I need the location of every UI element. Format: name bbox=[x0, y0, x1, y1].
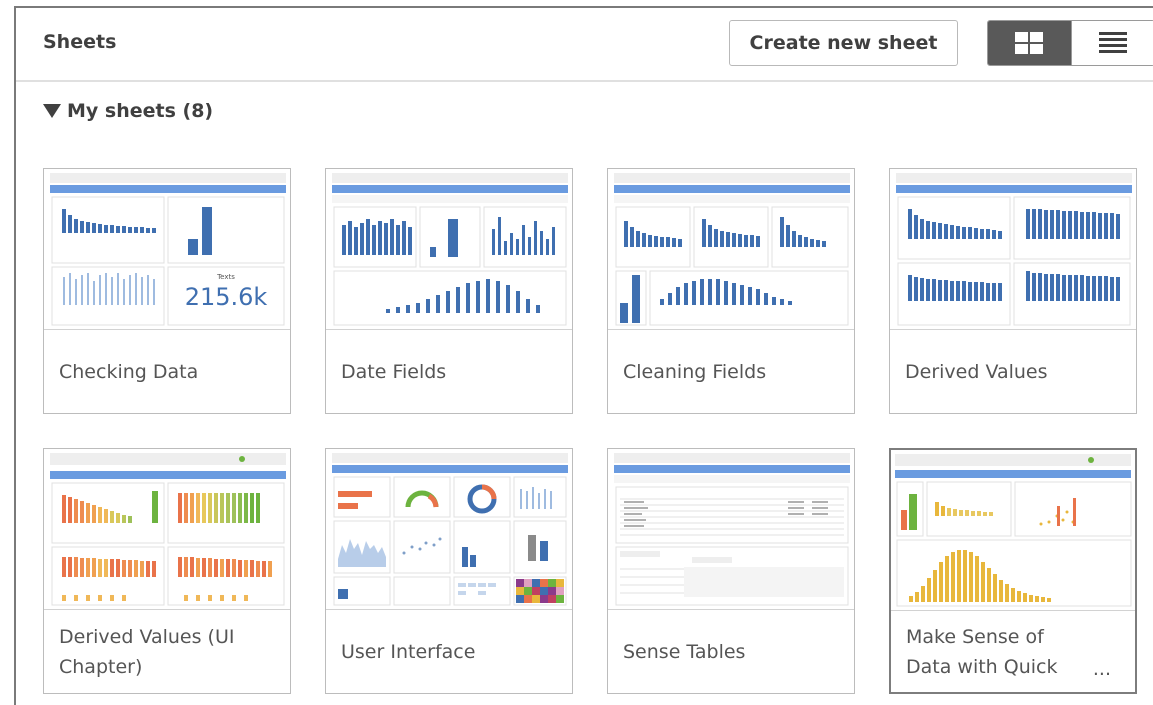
sheet-card[interactable]: Date Fields bbox=[325, 168, 573, 414]
kpi-value: 215.6k bbox=[185, 283, 268, 311]
sheet-thumbnail bbox=[326, 169, 572, 330]
create-new-sheet-button[interactable]: Create new sheet bbox=[729, 20, 958, 66]
sheet-title: Checking Data bbox=[59, 361, 199, 383]
my-sheets-toggle[interactable]: My sheets (8) bbox=[43, 100, 213, 122]
sheet-title: Cleaning Fields bbox=[623, 361, 767, 383]
sheet-card[interactable]: Cleaning Fields bbox=[607, 168, 855, 414]
caret-down-icon bbox=[43, 104, 61, 118]
sheet-thumbnail bbox=[608, 449, 854, 610]
grid-view-button[interactable] bbox=[988, 21, 1071, 65]
kpi-label: Texts bbox=[216, 273, 235, 281]
sheet-title: Date Fields bbox=[341, 361, 447, 383]
sheet-grid: Texts 215.6k Checking Data Date Fields C… bbox=[43, 168, 1137, 694]
list-view-icon bbox=[1098, 32, 1127, 53]
view-toggle bbox=[987, 20, 1153, 66]
sheet-thumbnail bbox=[44, 449, 290, 610]
sheet-card[interactable]: Texts 215.6k Checking Data bbox=[43, 168, 291, 414]
list-view-button[interactable] bbox=[1070, 21, 1153, 65]
sheet-thumbnail: Texts 215.6k bbox=[44, 169, 290, 330]
sheet-title: Make Sense of Data with Quick bbox=[906, 612, 1075, 692]
sheet-thumbnail bbox=[326, 449, 572, 610]
sheets-header: Sheets Create new sheet bbox=[16, 8, 1153, 82]
sheet-card[interactable]: Make Sense of Data with Quick ... bbox=[889, 448, 1137, 694]
sheet-card[interactable]: Derived Values bbox=[889, 168, 1137, 414]
sheet-title: Sense Tables bbox=[623, 641, 746, 663]
sheet-card[interactable]: Sense Tables bbox=[607, 448, 855, 694]
sheet-card[interactable]: User Interface bbox=[325, 448, 573, 694]
more-ellipsis[interactable]: ... bbox=[1093, 658, 1111, 680]
sheets-panel: Sheets Create new sheet My sheets (8) Te… bbox=[14, 6, 1153, 705]
sheet-thumbnail bbox=[608, 169, 854, 330]
sheet-title: Derived Values bbox=[905, 361, 1048, 383]
my-sheets-label: My sheets (8) bbox=[67, 100, 214, 122]
sheet-title-text: Make Sense of Data with Quick bbox=[906, 626, 1058, 678]
grid-view-icon bbox=[1015, 32, 1044, 54]
sheet-title: Derived Values (UI Chapter) bbox=[59, 626, 235, 678]
sheet-thumbnail bbox=[890, 169, 1136, 330]
sheet-card[interactable]: Derived Values (UI Chapter) bbox=[43, 448, 291, 694]
sheet-thumbnail bbox=[891, 450, 1135, 611]
sheet-title: User Interface bbox=[341, 641, 476, 663]
page-title: Sheets bbox=[43, 31, 117, 53]
